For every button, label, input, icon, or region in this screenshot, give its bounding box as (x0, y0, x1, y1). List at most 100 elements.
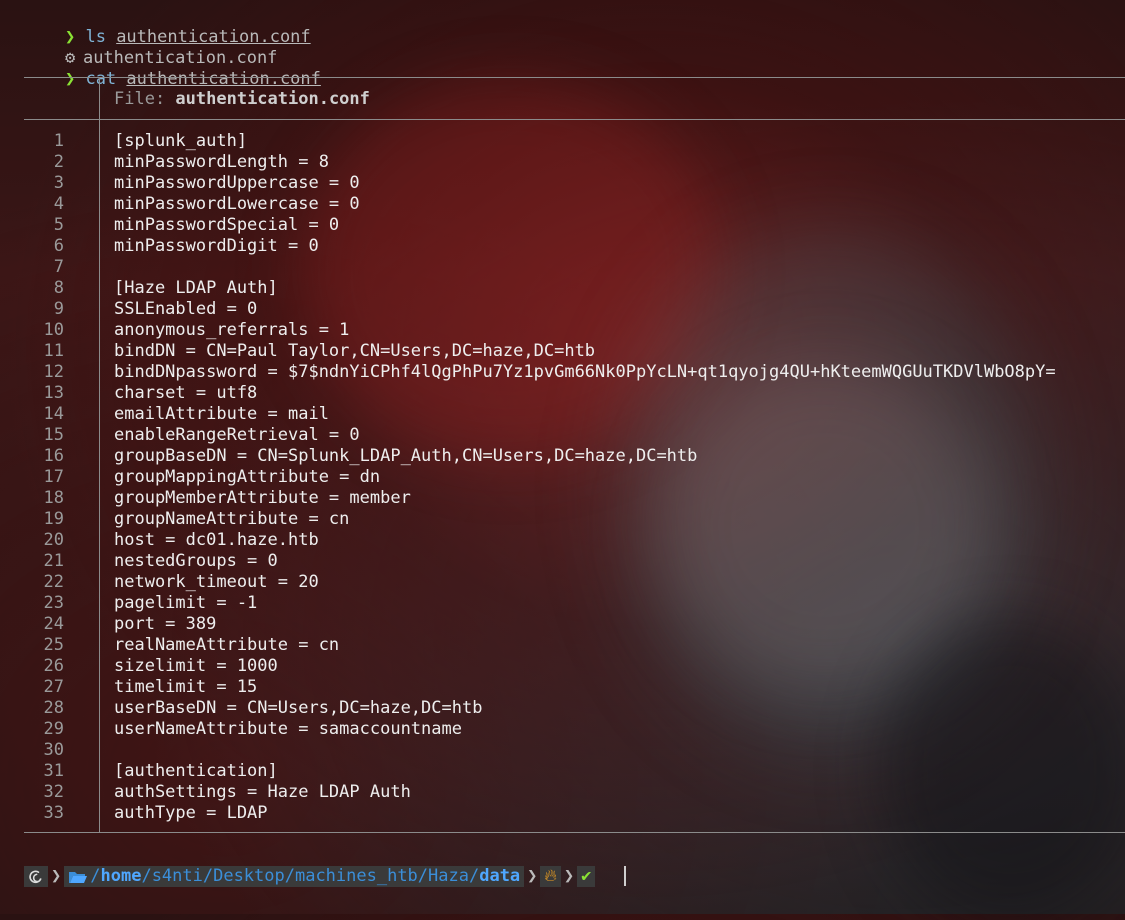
code-line: 18 groupMemberAttribute = member (0, 488, 1125, 509)
code-line: 4 minPasswordLowercase = 0 (0, 194, 1125, 215)
file-header: File: authentication.conf (114, 89, 370, 110)
line-number: 15 (43, 425, 64, 445)
line-number: 28 (43, 698, 64, 718)
line-text: port = 389 (114, 614, 217, 634)
code-line: 14 emailAttribute = mail (0, 404, 1125, 425)
line-text: bindDNpassword = $7$ndnYiCPhf4lQgPhPu7Yz… (114, 362, 1056, 382)
file-content: 1 [splunk_auth] 2 minPasswordLength = 8 3 min… (0, 131, 1125, 824)
line-number: 20 (43, 530, 64, 550)
code-line: 24 port = 389 (0, 614, 1125, 635)
text-cursor[interactable] (624, 866, 626, 886)
path-middle: /s4nti/Desktop/machines_htb/Haza/ (141, 866, 480, 886)
code-line: 27 timelimit = 15 (0, 677, 1125, 698)
line-number: 10 (43, 320, 64, 340)
prompt-arrow: ❯ (64, 69, 76, 89)
path-segment: / home/s4nti/Desktop/machines_htb/Haza/da… (64, 866, 525, 887)
line-number: 24 (43, 614, 64, 634)
code-line: 13 charset = utf8 (0, 383, 1125, 404)
line-number: 26 (43, 656, 64, 676)
line-text: charset = utf8 (114, 383, 258, 403)
code-line: 25 realNameAttribute = cn (0, 635, 1125, 656)
line-text: authSettings = Haze LDAP Auth (114, 782, 411, 802)
status-segment-fire: 🔥︎ (540, 866, 561, 887)
chevron-right-icon: ❯ (527, 866, 538, 886)
line-number: 9 (53, 299, 64, 319)
code-line: 12 bindDNpassword = $7$ndnYiCPhf4lQgPhPu7… (0, 362, 1125, 383)
line-text: nestedGroups = 0 (114, 551, 278, 571)
code-line: 2 minPasswordLength = 8 (0, 152, 1125, 173)
code-line: 20 host = dc01.haze.htb (0, 530, 1125, 551)
command-name: cat (85, 69, 117, 89)
code-line: 1 [splunk_auth] (0, 131, 1125, 152)
status-segment-check: ✔ (577, 866, 596, 887)
line-text: host = dc01.haze.htb (114, 530, 319, 550)
line-number: 6 (53, 236, 64, 256)
code-line: 26 sizelimit = 1000 (0, 656, 1125, 677)
code-line: 22 network_timeout = 20 (0, 572, 1125, 593)
fire-icon: 🔥︎ (544, 866, 557, 886)
frame-header-rule (24, 119, 1125, 120)
line-text: emailAttribute = mail (114, 404, 329, 424)
line-text: minPasswordSpecial = 0 (114, 215, 340, 235)
line-text: groupBaseDN = CN=Splunk_LDAP_Auth,CN=Use… (114, 446, 698, 466)
line-text: sizelimit = 1000 (114, 656, 278, 676)
code-line: 15 enableRangeRetrieval = 0 (0, 425, 1125, 446)
line-number: 13 (43, 383, 64, 403)
path-home: home (100, 866, 142, 886)
line-text: userBaseDN = CN=Users,DC=haze,DC=htb (114, 698, 483, 718)
line-text: anonymous_referrals = 1 (114, 320, 350, 340)
code-line: 32 authSettings = Haze LDAP Auth (0, 782, 1125, 803)
line-text: [splunk_auth] (114, 131, 248, 151)
os-segment (24, 866, 48, 887)
line-text: [Haze LDAP Auth] (114, 278, 278, 298)
line-text: groupNameAttribute = cn (114, 509, 350, 529)
line-number: 18 (43, 488, 64, 508)
code-line: 19 groupNameAttribute = cn (0, 509, 1125, 530)
line-number: 3 (53, 173, 64, 193)
line-number: 19 (43, 509, 64, 529)
code-line: 7 (0, 257, 1125, 278)
path-current: data (479, 866, 521, 886)
checkmark-icon: ✔ (581, 866, 592, 886)
line-number: 8 (53, 278, 64, 298)
line-number: 25 (43, 635, 64, 655)
line-number: 14 (43, 404, 64, 424)
terminal-window[interactable]: ❯ ls authentication.conf ⚙ authentication… (0, 0, 1125, 914)
code-line: 30 (0, 740, 1125, 761)
ls-output: ⚙ authentication.conf (24, 27, 277, 68)
line-number: 5 (53, 215, 64, 235)
line-text: enableRangeRetrieval = 0 (114, 425, 360, 445)
line-number: 11 (43, 341, 64, 361)
line-text: realNameAttribute = cn (114, 635, 340, 655)
line-number: 31 (43, 761, 64, 781)
line-number: 23 (43, 593, 64, 613)
line-text: userNameAttribute = samaccountname (114, 719, 462, 739)
code-line: 17 groupMappingAttribute = dn (0, 467, 1125, 488)
line-text: bindDN = CN=Paul Taylor,CN=Users,DC=haze… (114, 341, 596, 361)
code-line: 9 SSLEnabled = 0 (0, 299, 1125, 320)
line-number: 29 (43, 719, 64, 739)
folder-open-icon (69, 871, 88, 883)
debian-swirl-icon (29, 870, 42, 883)
frame-top-rule (24, 77, 1125, 78)
line-number: 17 (43, 467, 64, 487)
code-line: 33 authType = LDAP (0, 803, 1125, 824)
file-header-name: authentication.conf (175, 89, 370, 109)
code-line: 10 anonymous_referrals = 1 (0, 320, 1125, 341)
command-line-cat: ❯ cat authentication.conf (24, 48, 321, 89)
line-text: SSLEnabled = 0 (114, 299, 258, 319)
line-text: groupMemberAttribute = member (114, 488, 411, 508)
line-number: 33 (43, 803, 64, 823)
file-header-label: File: (114, 89, 176, 109)
line-number: 1 (53, 131, 64, 151)
code-line: 31 [authentication] (0, 761, 1125, 782)
command-argument[interactable]: authentication.conf (126, 69, 320, 89)
code-line: 11 bindDN = CN=Paul Taylor,CN=Users,DC=ha… (0, 341, 1125, 362)
code-line: 21 nestedGroups = 0 (0, 551, 1125, 572)
line-text: timelimit = 15 (114, 677, 258, 697)
line-number: 27 (43, 677, 64, 697)
line-text: [authentication] (114, 761, 278, 781)
code-line: 5 minPasswordSpecial = 0 (0, 215, 1125, 236)
line-text: network_timeout = 20 (114, 572, 319, 592)
path-root: / (90, 866, 101, 886)
